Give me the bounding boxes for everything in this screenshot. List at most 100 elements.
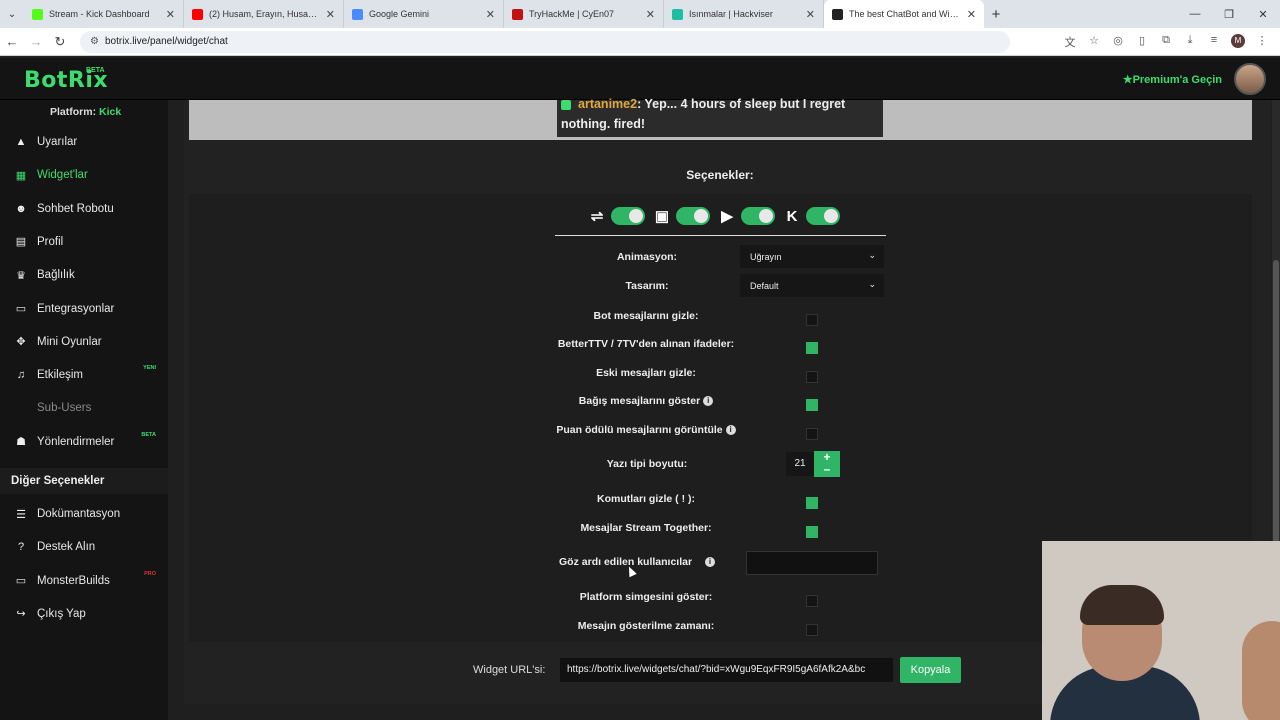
option-label-text: Platform simgesini göster:	[579, 591, 713, 603]
browser-tab[interactable]: Isınmalar | Hackviser ✕	[664, 0, 824, 28]
clipboard-icon[interactable]: ▯	[1130, 34, 1154, 50]
sidebar-item-main-7[interactable]: ♫ Etkileşim YENI	[0, 363, 168, 387]
users-icon: ☗	[16, 436, 26, 449]
browser-tab[interactable]: The best ChatBot and Widgets ✕	[824, 0, 984, 28]
twitch-toggle[interactable]	[676, 207, 710, 225]
tab-title: Google Gemini	[369, 9, 430, 19]
forward-icon[interactable]: →	[24, 34, 48, 49]
copy-button[interactable]: Kopyala	[900, 657, 961, 683]
info-icon[interactable]: i	[703, 396, 714, 407]
7tv-toggle[interactable]	[611, 207, 645, 225]
sidebar-item-main-4[interactable]: ♛ Bağlılık	[0, 263, 168, 287]
user-avatar[interactable]	[1234, 63, 1266, 95]
option-checkbox[interactable]	[806, 595, 818, 607]
design-select[interactable]: Default ⌄	[740, 274, 884, 297]
browser-tab[interactable]: TryHackMe | CyEn07 ✕	[504, 0, 664, 28]
tab-close-icon[interactable]: ✕	[646, 8, 655, 21]
sidebar-item-other-2[interactable]: ▭ MonsterBuilds PRO	[0, 569, 168, 593]
option-checkbox[interactable]	[806, 314, 818, 326]
tab-close-icon[interactable]: ✕	[967, 8, 976, 21]
premium-link[interactable]: ★Premium'a Geçin	[1123, 73, 1222, 86]
translate-icon[interactable]: 文	[1058, 34, 1082, 50]
gamepad-icon: ✥	[16, 336, 26, 349]
chat-username: artanime2	[578, 97, 638, 111]
reload-icon[interactable]: ↻	[48, 34, 72, 50]
question-icon: ?	[17, 541, 25, 554]
minus-icon[interactable]: –	[814, 463, 840, 475]
sidebar-item-main-1[interactable]: ▦ Widget'lar	[0, 163, 168, 187]
sidebar-item-label: Mini Oyunlar	[37, 335, 102, 348]
tab-close-icon[interactable]: ✕	[166, 8, 175, 21]
address-bar: ← → ↻ ⚙ botrix.live/panel/widget/chat 文 …	[0, 28, 1280, 56]
youtube-toggle[interactable]	[741, 207, 775, 225]
sidebar-item-other-1[interactable]: ? Destek Alın	[0, 535, 168, 559]
sidebar-item-main-9[interactable]: ☗ Yönlendirmeler BETA	[0, 430, 168, 454]
close-window-icon[interactable]: ✕	[1246, 0, 1280, 28]
sidebar-item-other-3[interactable]: ↪ Çıkış Yap	[0, 602, 168, 626]
sidebar-item-main-5[interactable]: ▭ Entegrasyonlar	[0, 297, 168, 321]
option-checkbox[interactable]	[806, 399, 818, 411]
extensions-icon[interactable]: ⧉	[1154, 34, 1178, 50]
download-icon[interactable]: ⤓	[1178, 34, 1202, 50]
tab-favicon-icon	[512, 8, 523, 20]
option-checkbox[interactable]	[806, 624, 818, 636]
tab-close-icon[interactable]: ✕	[806, 8, 815, 21]
sidebar-item-main-2[interactable]: ☻ Sohbet Robotu	[0, 197, 168, 221]
option-label-text: Bağış mesajlarını göster	[578, 395, 701, 407]
webcam-background-person	[1242, 621, 1280, 720]
option-label: Komutları gizle ( ! ):	[528, 493, 764, 505]
chat-preview-message: artanime2: Yep... 4 hours of sleep but I…	[557, 97, 883, 137]
new-tab-button[interactable]: +	[984, 6, 1008, 23]
grid-icon: ▦	[15, 169, 27, 182]
webcam-overlay	[1042, 541, 1280, 720]
option-checkbox[interactable]	[806, 428, 818, 440]
animation-select[interactable]: Uğrayın ⌄	[740, 245, 884, 268]
url-field[interactable]: ⚙ botrix.live/panel/widget/chat	[80, 30, 1010, 53]
option-label: Puan ödülü mesajlarını görüntüle i	[528, 424, 764, 436]
profile-avatar[interactable]: M	[1231, 33, 1245, 48]
widget-url-field[interactable]: https://botrix.live/widgets/chat/?bid=xW…	[560, 658, 893, 682]
url-text: botrix.live/panel/widget/chat	[104, 36, 228, 47]
option-label: Mesajın gösterilme zamanı:	[528, 620, 764, 632]
option-checkbox[interactable]	[806, 371, 818, 383]
maximize-icon[interactable]: ❐	[1212, 0, 1246, 28]
robot-icon: ☻	[15, 202, 27, 215]
design-value: Default	[750, 280, 779, 291]
sidebar-item-label: Sohbet Robotu	[37, 202, 114, 215]
tab-search-icon[interactable]: ⌄	[0, 0, 24, 28]
info-icon[interactable]: i	[704, 557, 715, 568]
tab-title: The best ChatBot and Widgets	[849, 9, 963, 19]
chat-message-line1: : Yep... 4 hours of sleep but I regret	[637, 97, 846, 111]
tab-close-icon[interactable]: ✕	[486, 8, 495, 21]
browser-tab[interactable]: (2) Husam, Erayın, Husam "Eray ✕	[184, 0, 344, 28]
back-icon[interactable]: ←	[0, 34, 24, 49]
sidebar-item-main-3[interactable]: ▤ Profil	[0, 230, 168, 254]
tab-close-icon[interactable]: ✕	[326, 8, 335, 21]
option-checkbox[interactable]	[806, 497, 818, 509]
kick-toggle[interactable]	[806, 207, 840, 225]
info-icon[interactable]: i	[725, 425, 736, 436]
option-checkbox[interactable]	[806, 526, 818, 538]
option-label: BetterTTV / 7TV'den alınan ifadeler:	[528, 338, 764, 350]
font-size-stepper[interactable]: + –	[814, 451, 840, 477]
laptop-icon: ▭	[15, 575, 27, 588]
site-info-icon[interactable]: ⚙	[90, 36, 99, 47]
sidebar-item-main-6[interactable]: ✥ Mini Oyunlar	[0, 330, 168, 354]
minimize-icon[interactable]: —	[1178, 0, 1212, 28]
sidebar-item-label: Dokümantasyon	[37, 508, 121, 520]
sidebar-item-label: Entegrasyonlar	[37, 302, 115, 315]
ignored-users-input[interactable]	[746, 551, 878, 575]
font-size-label: Yazı tipi boyutu:	[606, 458, 688, 470]
bookmark-star-icon[interactable]: ☆	[1082, 34, 1106, 50]
option-checkbox[interactable]	[806, 342, 818, 354]
browser-menu-icon[interactable]: ⋮	[1250, 34, 1274, 50]
option-label: Platform simgesini göster:	[528, 591, 764, 603]
sidebar-item-main-8[interactable]: Sub-Users	[0, 396, 168, 420]
sidebar-item-main-0[interactable]: ▲ Uyarılar	[0, 130, 168, 154]
reading-list-icon[interactable]: ≡	[1202, 34, 1226, 50]
browser-tab[interactable]: Stream - Kick Dashboard ✕	[24, 0, 184, 28]
browser-tab[interactable]: Google Gemini ✕	[344, 0, 504, 28]
lens-icon[interactable]: ◎	[1106, 34, 1130, 50]
sidebar-item-other-0[interactable]: ☰ Dokümantasyon	[0, 502, 168, 526]
font-size-input[interactable]: 21	[786, 452, 814, 476]
